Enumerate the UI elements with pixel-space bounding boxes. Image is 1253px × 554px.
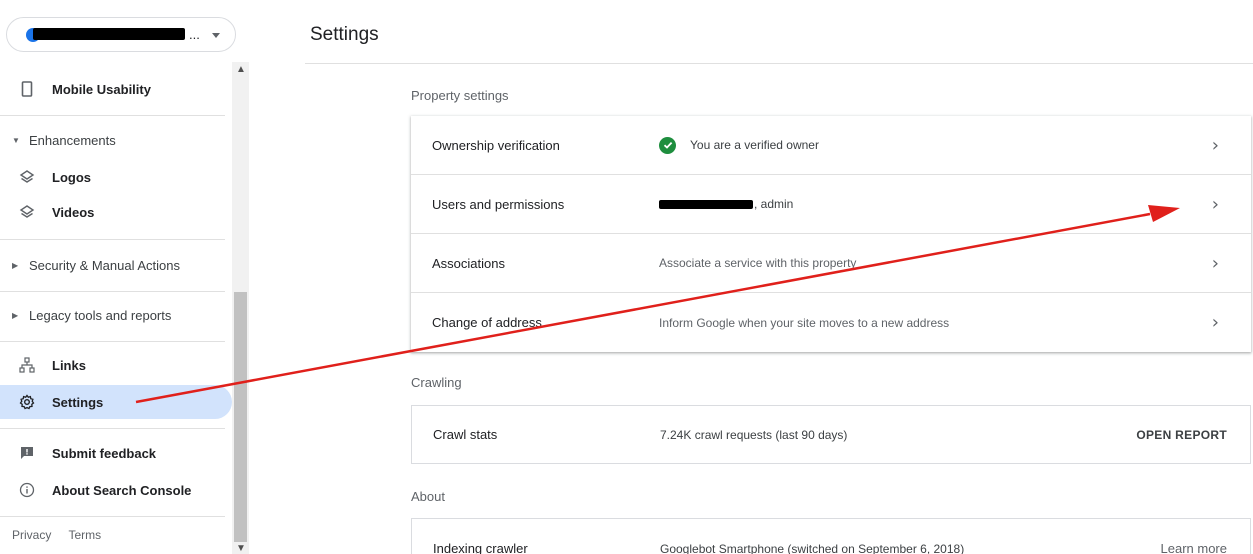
settings-row-change-of-address[interactable]: Change of address Inform Google when you… — [411, 293, 1251, 352]
row-value: 7.24K crawl requests (last 90 days) — [660, 427, 848, 442]
header-divider — [305, 63, 1253, 64]
row-label: Crawl stats — [433, 427, 498, 442]
divider — [0, 428, 225, 429]
chevron-right-icon[interactable]: › — [1212, 135, 1219, 156]
settings-row-crawl-stats[interactable]: Crawl stats 7.24K crawl requests (last 9… — [412, 406, 1250, 463]
sitemap-icon — [18, 356, 36, 374]
settings-row-users[interactable]: Users and permissions , admin › — [411, 175, 1251, 234]
section-label-crawling: Crawling — [411, 375, 462, 390]
sidebar-scrollbar[interactable]: ▲ ▼ — [232, 62, 249, 554]
learn-more-link[interactable]: Learn more — [1161, 541, 1227, 554]
verified-owner-text: You are a verified owner — [690, 138, 819, 152]
section-label-property-settings: Property settings — [411, 88, 509, 103]
sidebar-section-enhancements[interactable]: ▼ Enhancements — [0, 123, 232, 157]
redacted-property-name — [33, 28, 185, 40]
triangle-right-icon: ▶ — [12, 260, 19, 270]
info-icon — [18, 481, 36, 499]
sidebar-footer: Privacy Terms — [12, 528, 115, 542]
sidebar-item-logos[interactable]: Logos — [0, 160, 232, 194]
row-value: You are a verified owner — [659, 136, 819, 154]
divider — [0, 115, 225, 116]
property-settings-card: Ownership verification You are a verifie… — [411, 116, 1251, 352]
scroll-up-icon[interactable]: ▲ — [236, 64, 246, 75]
divider — [0, 239, 225, 240]
row-label: Associations — [432, 255, 505, 271]
property-ellipsis: ... — [189, 27, 200, 42]
sidebar-item-label: About Search Console — [52, 482, 192, 498]
sidebar-item-links[interactable]: Links — [0, 348, 232, 382]
sidebar-item-label: Mobile Usability — [52, 81, 151, 97]
about-card: Indexing crawler Googlebot Smartphone (s… — [411, 518, 1251, 554]
scrollbar-thumb[interactable] — [234, 292, 247, 542]
chevron-down-icon[interactable] — [212, 33, 220, 38]
property-selector[interactable]: ... — [6, 17, 236, 52]
page-title: Settings — [310, 24, 379, 45]
scroll-down-icon[interactable]: ▼ — [236, 543, 246, 554]
sidebar-section-label: Security & Manual Actions — [29, 257, 181, 273]
layers-icon — [18, 168, 36, 186]
chevron-right-icon[interactable]: › — [1212, 194, 1219, 215]
sidebar-section-legacy[interactable]: ▶ Legacy tools and reports — [0, 298, 232, 332]
sidebar-item-submit-feedback[interactable]: Submit feedback — [0, 436, 232, 470]
user-role-text: , admin — [754, 197, 794, 211]
settings-row-indexing-crawler: Indexing crawler Googlebot Smartphone (s… — [412, 519, 1250, 554]
triangle-right-icon: ▶ — [12, 310, 19, 320]
redacted-user-name — [659, 199, 753, 209]
row-value: Googlebot Smartphone (switched on Septem… — [660, 541, 965, 554]
row-label: Users and permissions — [432, 196, 565, 212]
sidebar-item-label: Logos — [52, 169, 91, 185]
settings-row-associations[interactable]: Associations Associate a service with th… — [411, 234, 1251, 293]
settings-row-ownership[interactable]: Ownership verification You are a verifie… — [411, 116, 1251, 175]
row-value: Associate a service with this property — [659, 256, 857, 270]
row-value: , admin — [659, 197, 793, 211]
divider — [0, 341, 225, 342]
sidebar-section-label: Enhancements — [29, 132, 116, 148]
feedback-icon — [18, 444, 36, 462]
sidebar-item-about[interactable]: About Search Console — [0, 473, 232, 507]
open-report-button[interactable]: OPEN REPORT — [1136, 428, 1227, 442]
sidebar-item-label: Submit feedback — [52, 445, 157, 461]
sidebar-item-label: Videos — [52, 204, 95, 220]
crawling-card: Crawl stats 7.24K crawl requests (last 9… — [411, 405, 1251, 464]
privacy-link[interactable]: Privacy — [12, 528, 51, 542]
chevron-right-icon[interactable]: › — [1212, 312, 1219, 333]
terms-link[interactable]: Terms — [68, 528, 101, 542]
chevron-right-icon[interactable]: › — [1212, 253, 1219, 274]
sidebar-item-label: Links — [52, 357, 86, 373]
sidebar-item-mobile-usability[interactable]: Mobile Usability — [0, 72, 232, 106]
row-label: Ownership verification — [432, 137, 560, 153]
section-label-about: About — [411, 489, 445, 504]
sidebar-item-settings[interactable]: Settings — [0, 385, 232, 419]
check-circle-icon — [659, 136, 676, 154]
divider — [0, 516, 225, 517]
sidebar-section-label: Legacy tools and reports — [29, 307, 172, 323]
phone-icon — [18, 80, 36, 98]
divider — [0, 291, 225, 292]
layers-icon — [18, 203, 36, 221]
row-value: Inform Google when your site moves to a … — [659, 315, 950, 330]
sidebar: ... ▲ ▼ Mobile Usability ▼ Enhancements … — [0, 0, 250, 554]
sidebar-section-security[interactable]: ▶ Security & Manual Actions — [0, 248, 232, 282]
row-label: Indexing crawler — [433, 541, 528, 554]
triangle-down-icon: ▼ — [12, 135, 20, 145]
row-label: Change of address — [432, 315, 542, 330]
gear-icon — [18, 393, 36, 411]
sidebar-item-videos[interactable]: Videos — [0, 195, 232, 229]
sidebar-item-label: Settings — [52, 394, 104, 410]
